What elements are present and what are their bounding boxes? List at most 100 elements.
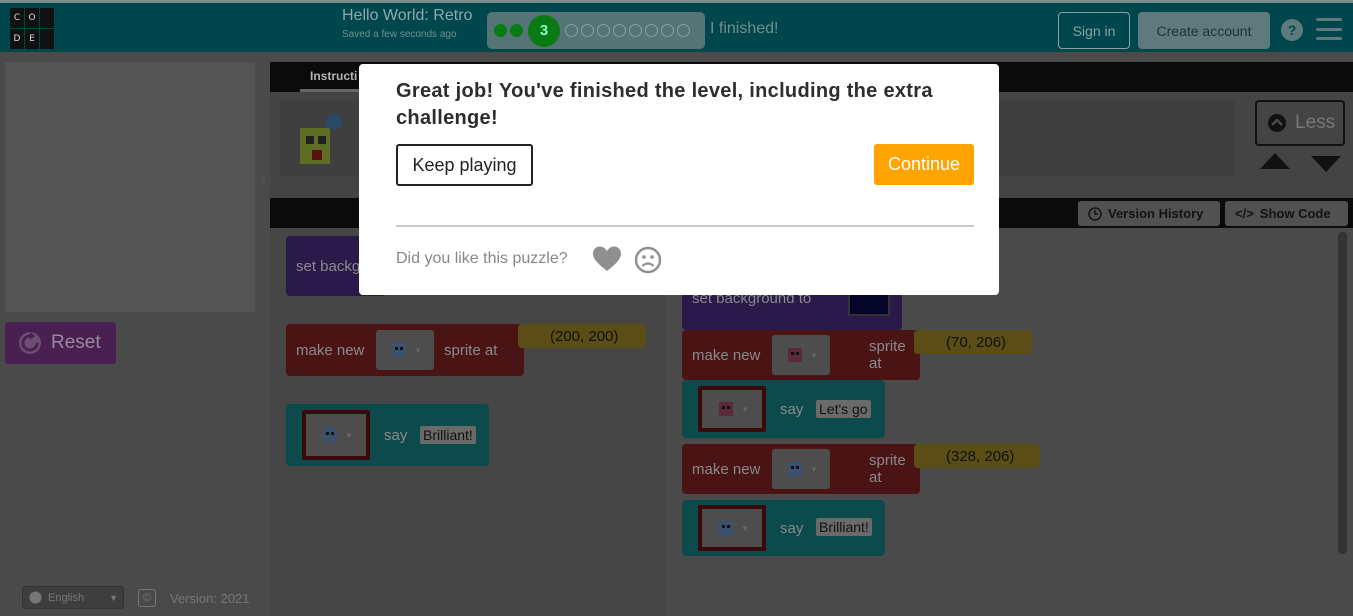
hamburger-menu-icon[interactable] [1316, 18, 1342, 40]
reset-button[interactable]: Reset [5, 322, 116, 364]
sprite-dropdown[interactable]: ▼ [772, 449, 830, 489]
sprite-reference[interactable]: ▼ [698, 505, 766, 551]
less-button[interactable]: Less [1255, 100, 1345, 146]
toolbox-make-new-sprite-block[interactable]: make new ▼ sprite at [286, 324, 524, 376]
level-dot-5[interactable] [581, 24, 594, 37]
pink-alien-sprite-icon [788, 348, 803, 362]
show-code-button[interactable]: </> Show Code [1225, 201, 1348, 226]
level-dot-2[interactable] [510, 24, 523, 37]
feedback-question: Did you like this puzzle? [396, 250, 568, 267]
logo-letter-o: O [25, 8, 39, 28]
chevron-down-icon: ▼ [810, 464, 818, 474]
say-block-2[interactable]: ▼ say Brilliant! [682, 500, 885, 556]
say-block-1[interactable]: ▼ say Let's go [682, 380, 885, 438]
logo-letter-e: E [25, 29, 39, 49]
pink-alien-sprite-icon [719, 402, 734, 416]
sprite-dropdown[interactable]: ▼ [376, 330, 434, 370]
coordinate-block-1[interactable]: (70, 206) [914, 330, 1032, 354]
level-dot-4[interactable] [565, 24, 578, 37]
say-text-input[interactable]: Brilliant! [420, 426, 476, 444]
dialog-title: Great job! You've finished the level, in… [396, 80, 933, 129]
blue-alien-sprite-icon [392, 343, 407, 357]
coordinate-value: (328, 206) [946, 447, 1015, 465]
toolbox-coordinate-block[interactable]: (200, 200) [518, 324, 646, 348]
blue-alien-sprite-icon [719, 521, 734, 535]
chevron-down-icon: ▼ [345, 430, 353, 440]
block-text: say [384, 426, 408, 444]
level-dot-10[interactable] [661, 24, 674, 37]
logo-blank [40, 8, 54, 28]
block-text: say [780, 519, 804, 537]
less-label: Less [1295, 112, 1336, 133]
current-level-bubble[interactable]: 3 [528, 14, 560, 47]
code-org-logo[interactable]: C O D E [10, 8, 54, 50]
block-text: make new [296, 341, 365, 359]
level-dot-9[interactable] [645, 24, 658, 37]
heart-icon[interactable] [592, 245, 622, 273]
toolbox-say-block[interactable]: ▼ say Brilliant! [286, 404, 489, 466]
reset-icon [19, 332, 41, 354]
sprite-reference[interactable]: ▼ [698, 386, 766, 432]
say-text-input[interactable]: Let's go [816, 400, 871, 418]
game-stage[interactable] [5, 62, 255, 312]
code-icon: </> [1235, 206, 1254, 221]
workspace-scrollbar[interactable] [1338, 232, 1347, 554]
logo-blank [40, 29, 54, 49]
copyright-icon[interactable]: © [138, 589, 156, 607]
chevron-down-icon: ▼ [810, 350, 818, 360]
block-text: set backg [296, 257, 361, 275]
level-progress: 3 [487, 12, 705, 49]
create-account-button[interactable]: Create account [1138, 12, 1270, 49]
chevron-up-circle-icon [1268, 114, 1286, 132]
reset-label: Reset [51, 332, 101, 353]
block-text: say [780, 400, 804, 418]
make-new-sprite-block-2[interactable]: make new ▼ sprite at [682, 444, 920, 494]
panel-resize-handle[interactable]: ⋮ [259, 176, 269, 200]
level-dot-6[interactable] [597, 24, 610, 37]
chevron-down-icon: ▼ [109, 592, 118, 603]
block-text: sprite at [869, 338, 906, 372]
show-code-label: Show Code [1259, 206, 1331, 221]
chevron-down-icon: ▼ [741, 523, 749, 533]
level-dot-7[interactable] [613, 24, 626, 37]
block-text: sprite at [444, 341, 498, 359]
project-title: Hello World: Retro [342, 7, 473, 24]
frown-face-icon[interactable] [634, 246, 662, 274]
keep-playing-button[interactable]: Keep playing [396, 144, 533, 186]
globe-icon [29, 591, 42, 604]
scroll-down-arrow-icon[interactable] [1311, 156, 1341, 172]
help-icon[interactable]: ? [1281, 19, 1303, 41]
character-avatar-icon [300, 114, 342, 164]
coordinate-block-2[interactable]: (328, 206) [914, 444, 1040, 468]
chevron-down-icon: ▼ [414, 345, 422, 355]
version-label: Version: 2021 [170, 591, 250, 606]
version-history-button[interactable]: Version History [1078, 201, 1220, 226]
sprite-dropdown[interactable]: ▼ [772, 335, 830, 375]
level-dot-1[interactable] [494, 24, 507, 37]
level-dot-8[interactable] [629, 24, 642, 37]
blue-alien-sprite-icon [788, 462, 803, 476]
level-dot-11[interactable] [677, 24, 690, 37]
coordinate-value: (200, 200) [550, 327, 619, 345]
block-text: make new [692, 346, 761, 364]
saved-status: Saved a few seconds ago [342, 29, 457, 40]
block-text: sprite at [869, 452, 906, 486]
sign-in-button[interactable]: Sign in [1058, 12, 1130, 49]
scroll-up-arrow-icon[interactable] [1260, 153, 1290, 169]
blue-alien-sprite-icon [323, 428, 338, 442]
language-value: English [48, 591, 85, 604]
logo-letter-d: D [10, 29, 24, 49]
level-complete-dialog: Great job! You've finished the level, in… [359, 64, 999, 295]
make-new-sprite-block-1[interactable]: make new ▼ sprite at [682, 330, 920, 380]
clock-icon [1088, 206, 1102, 221]
continue-button[interactable]: Continue [874, 144, 974, 185]
divider [396, 225, 974, 227]
say-text-input[interactable]: Brilliant! [816, 518, 872, 536]
footer: English ▼ © Version: 2021 [20, 580, 270, 616]
version-history-label: Version History [1108, 206, 1204, 221]
language-select[interactable]: English ▼ [22, 586, 124, 609]
header-bar: C O D E Hello World: Retro Saved a few s… [0, 0, 1353, 52]
finished-link[interactable]: I finished! [710, 20, 778, 38]
sprite-reference[interactable]: ▼ [302, 410, 370, 460]
coordinate-value: (70, 206) [946, 333, 1007, 351]
